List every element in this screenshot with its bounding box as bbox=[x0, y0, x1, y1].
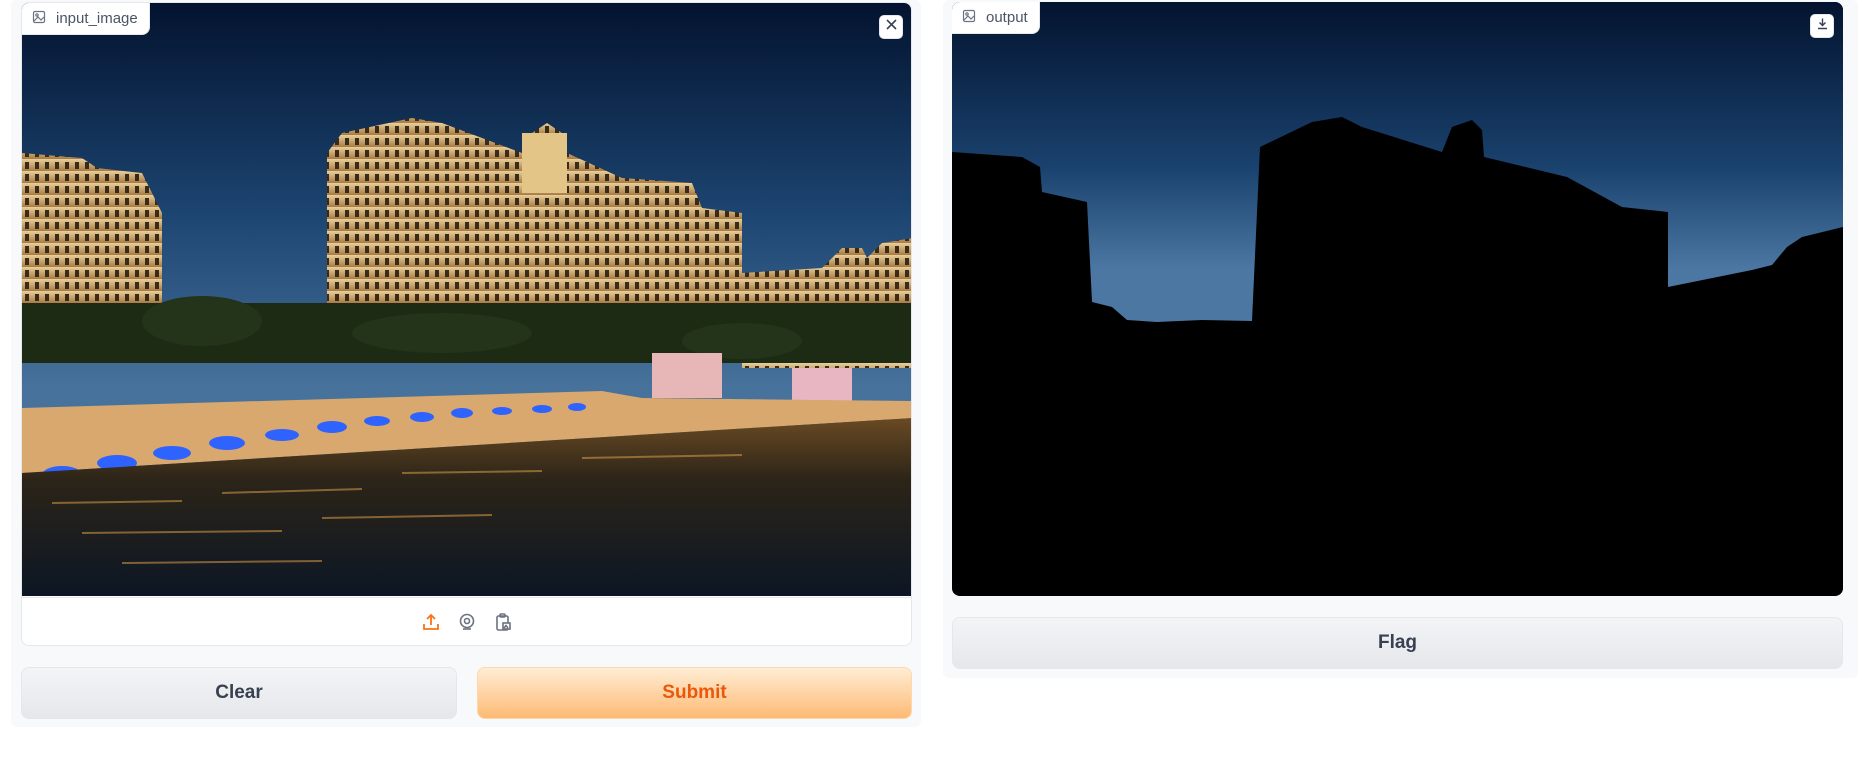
output-panel: output Flag bbox=[943, 0, 1858, 678]
submit-button[interactable]: Submit bbox=[477, 667, 912, 719]
image-icon bbox=[962, 9, 976, 27]
input-photo bbox=[22, 3, 911, 596]
close-icon bbox=[885, 18, 898, 36]
clear-image-button[interactable] bbox=[879, 15, 903, 39]
image-source-bar bbox=[22, 597, 911, 645]
download-icon bbox=[1816, 17, 1829, 35]
output-photo bbox=[952, 2, 1843, 595]
input-image-label-text: input_image bbox=[56, 10, 138, 27]
input-panel: input_image Clear Submit bbox=[11, 0, 921, 727]
webcam-icon[interactable] bbox=[456, 611, 478, 633]
flag-button[interactable]: Flag bbox=[952, 617, 1843, 669]
clipboard-icon[interactable] bbox=[492, 611, 514, 633]
input-image-block[interactable]: input_image bbox=[21, 2, 912, 646]
clear-button[interactable]: Clear bbox=[21, 667, 457, 719]
output-image-label: output bbox=[952, 2, 1040, 34]
output-image-label-text: output bbox=[986, 9, 1028, 26]
download-button[interactable] bbox=[1810, 14, 1834, 38]
output-image-block: output bbox=[952, 2, 1843, 596]
input-image-label: input_image bbox=[22, 3, 150, 35]
upload-icon[interactable] bbox=[420, 611, 442, 633]
image-icon bbox=[32, 10, 46, 28]
